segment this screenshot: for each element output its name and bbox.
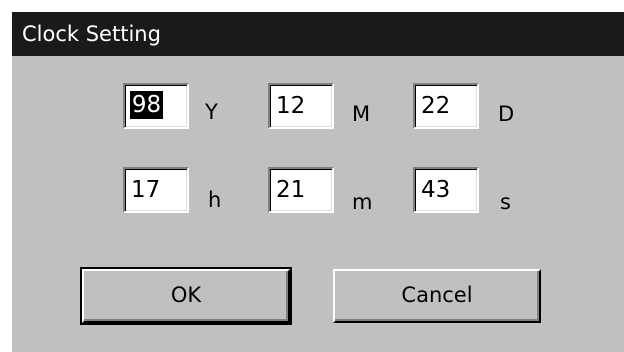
day-unit-label: D [498,102,515,126]
year-field[interactable]: 98 [123,83,189,129]
year-unit-label: Y [205,100,218,124]
year-input[interactable] [128,88,184,124]
month-unit-label: M [352,102,371,126]
hour-input[interactable] [128,172,184,208]
day-field[interactable] [413,83,479,129]
minute-unit-label: m [352,190,373,214]
day-input[interactable] [418,88,474,124]
month-field[interactable] [268,83,334,129]
cancel-button[interactable]: Cancel [333,269,541,323]
second-input[interactable] [418,172,474,208]
minute-input[interactable] [273,172,329,208]
month-input[interactable] [273,88,329,124]
dialog-title-bar: Clock Setting [12,12,624,56]
hour-field[interactable] [123,167,189,213]
clock-setting-dialog: Clock Setting 98 Y M D h m s OK Cancel [10,10,624,352]
ok-button[interactable]: OK [80,267,292,325]
hour-unit-label: h [208,188,222,212]
dialog-title: Clock Setting [22,22,161,46]
second-unit-label: s [500,190,511,214]
minute-field[interactable] [268,167,334,213]
cancel-button-label: Cancel [401,283,473,307]
ok-button-label: OK [170,283,202,307]
second-field[interactable] [413,167,479,213]
